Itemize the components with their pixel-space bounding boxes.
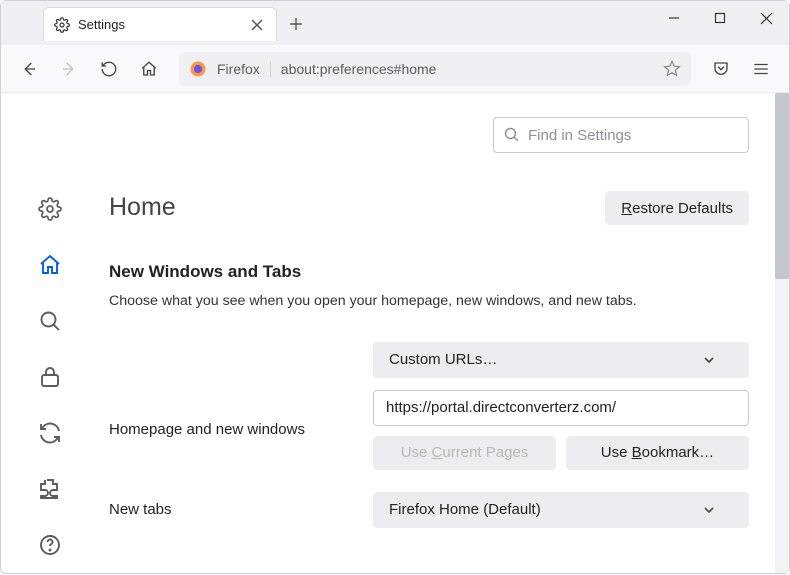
forward-button[interactable] [51,52,87,86]
gear-icon [54,17,70,33]
content: Home Restore Defaults New Windows and Ta… [1,93,789,575]
maximize-button[interactable] [697,1,743,35]
search-input[interactable] [493,117,749,153]
nav-sync-icon[interactable] [36,419,64,447]
window-controls [651,1,789,35]
search-icon [503,126,520,143]
url-text: about:preferences#home [281,61,437,77]
homepage-mode-select[interactable]: Custom URLs… [373,342,749,378]
nav-general-icon[interactable] [36,195,64,223]
tab-settings[interactable]: Settings [43,7,277,41]
new-tab-button[interactable] [281,9,311,39]
chevron-down-icon [703,504,715,516]
toolbar: Firefox about:preferences#home [1,45,789,93]
settings-nav [1,93,99,575]
back-button[interactable] [11,52,47,86]
titlebar: Settings [1,1,789,45]
tab-strip: Settings [1,1,651,41]
section-description: Choose what you see when you open your h… [109,292,767,312]
nav-search-icon[interactable] [36,307,64,335]
url-bar[interactable]: Firefox about:preferences#home [179,52,691,86]
pocket-button[interactable] [703,52,739,86]
newtabs-value: Firefox Home (Default) [389,501,541,518]
use-bookmark-button[interactable]: Use Bookmark… [566,436,749,470]
section-heading: New Windows and Tabs [109,262,767,282]
newtabs-select[interactable]: Firefox Home (Default) [373,492,749,528]
homepage-url-input[interactable] [373,390,749,426]
menu-button[interactable] [743,52,779,86]
close-tab-icon[interactable] [248,16,266,34]
homepage-label: Homepage and new windows [109,421,373,438]
homepage-mode-value: Custom URLs… [389,351,497,368]
close-window-button[interactable] [743,1,789,35]
identity-label: Firefox [217,61,271,77]
nav-help-icon[interactable] [36,531,64,559]
use-current-pages-button[interactable]: Use Current Pages [373,436,556,470]
search-wrapper [493,117,749,153]
restore-defaults-button[interactable]: Restore Defaults [605,191,749,225]
nav-extensions-icon[interactable] [36,475,64,503]
main-panel: Home Restore Defaults New Windows and Ta… [99,93,789,575]
home-button[interactable] [131,52,167,86]
scrollbar-thumb[interactable] [775,93,789,279]
newtabs-label: New tabs [109,501,373,518]
vertical-scrollbar[interactable] [775,93,789,573]
firefox-icon [189,60,207,78]
chevron-down-icon [703,354,715,366]
reload-button[interactable] [91,52,127,86]
nav-home-icon[interactable] [36,251,64,279]
bookmark-star-icon[interactable] [663,60,681,78]
tab-title: Settings [78,17,125,32]
nav-privacy-icon[interactable] [36,363,64,391]
minimize-button[interactable] [651,1,697,35]
